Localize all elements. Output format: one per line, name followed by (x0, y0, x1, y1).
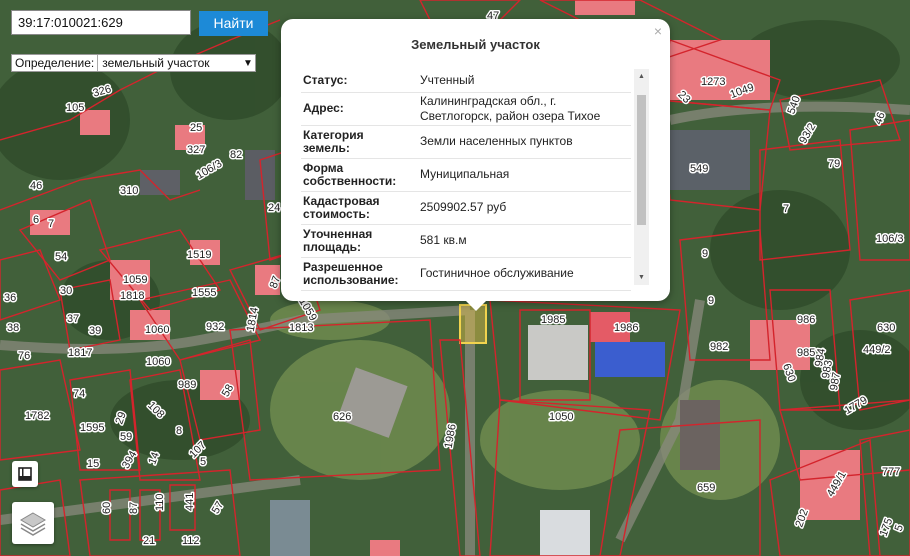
table-row: Статус: Учтенный (301, 69, 631, 93)
parcel-label: 87 (128, 502, 140, 514)
row-value: Муниципальная (418, 158, 631, 192)
popup-scrollbar[interactable]: ▲ ▼ (634, 69, 649, 285)
parcel-label: 7 (783, 203, 789, 215)
definition-control: Определение: земельный участок ▼ (11, 54, 256, 72)
parcel-label: 112 (182, 535, 200, 547)
parcel-label: 1519 (187, 249, 211, 261)
definition-selected-value: земельный участок (102, 56, 210, 70)
parcel-label: 37 (67, 313, 79, 325)
parcel-label: 74 (73, 388, 85, 400)
definition-label: Определение: (15, 56, 95, 70)
parcel-label: 8 (176, 425, 182, 437)
parcel-label: 932 (206, 321, 224, 333)
parcel-label: 777 (882, 466, 900, 478)
parcel-label: 21 (143, 535, 155, 547)
table-row: Уточненная площадь: 581 кв.м (301, 224, 631, 258)
parcel-label: 36 (4, 292, 16, 304)
parcel-label: 82 (230, 149, 242, 161)
parcel-label: 626 (333, 411, 351, 423)
parcel-label: 1060 (145, 324, 169, 336)
parcel-label: 1985 (541, 314, 565, 326)
parcel-label: 1986 (614, 322, 638, 334)
table-row: Адрес: Калининградская обл., г. Светлогор… (301, 92, 631, 126)
table-row: Кадастровая стоимость: 2509902.57 руб (301, 191, 631, 225)
row-value: Калининградская обл., г. Светлогорск, рай… (418, 92, 631, 126)
row-key: Адрес: (301, 92, 418, 126)
parcel-label: 105 (66, 102, 84, 114)
row-key: Разрешенное использование: (301, 257, 418, 291)
parcel-label: 106/3 (876, 233, 904, 245)
scroll-down-icon[interactable]: ▼ (634, 270, 649, 285)
scroll-thumb[interactable] (637, 95, 646, 225)
search-button[interactable]: Найти (199, 11, 268, 36)
parcel-label: 310 (120, 185, 138, 197)
parcel-label: 76 (18, 350, 30, 362)
parcel-label: 1050 (549, 411, 573, 423)
parcel-label: 549 (690, 163, 708, 175)
row-key: Категория земель: (301, 125, 418, 159)
parcel-label: 985 (797, 347, 815, 359)
parcel-label: 79 (828, 158, 840, 170)
popup-pointer (464, 299, 488, 311)
scroll-up-icon[interactable]: ▲ (634, 69, 649, 84)
parcel-label: 9 (702, 248, 708, 260)
popup-title: Земельный участок (411, 37, 540, 52)
parcel-label: 982 (710, 341, 728, 353)
parcel-label: 9 (708, 295, 714, 307)
parcel-label: 24 (268, 202, 280, 214)
table-row: Категория земель: Земли населенных пункто… (301, 125, 631, 159)
parcel-label: 6 (33, 214, 39, 226)
parcel-label: 54 (55, 251, 67, 263)
parcel-label: 46 (30, 180, 42, 192)
parcel-label: 59 (120, 431, 132, 443)
parcel-label: 1273 (701, 76, 725, 88)
parcel-label: 1555 (192, 287, 216, 299)
parcel-label: 441 (184, 493, 196, 511)
row-key: Кадастровая стоимость: (301, 191, 418, 225)
parcel-info-popup: × Земельный участок Статус: Учтенный Адр… (281, 19, 670, 301)
parcel-label: 449/2 (863, 344, 891, 356)
parcel-label: 630 (877, 322, 895, 334)
parcel-label: 25 (190, 122, 202, 134)
parcel-info-table: Статус: Учтенный Адрес: Калининградская … (301, 69, 631, 291)
layers-icon (20, 512, 46, 536)
row-value: Гостиничное обслуживание (418, 257, 631, 291)
parcel-label: 110 (154, 493, 166, 511)
row-key: Уточненная площадь: (301, 224, 418, 258)
parcel-label: 1060 (146, 356, 170, 368)
parcel-label: 1813 (289, 322, 313, 334)
parcel-label: 989 (178, 379, 196, 391)
parcel-label: 39 (89, 325, 101, 337)
row-key: Форма собственности: (301, 158, 418, 192)
definition-select[interactable]: земельный участок ▼ (97, 55, 255, 71)
parcel-label: 60 (101, 502, 113, 514)
parcel-label: 1595 (80, 422, 104, 434)
parcel-label: 1782 (25, 410, 49, 422)
row-value: 2509902.57 руб (418, 191, 631, 225)
row-value: Земли населенных пунктов (418, 125, 631, 159)
row-key: Статус: (301, 69, 418, 93)
legend-button[interactable] (12, 461, 38, 487)
parcel-label: 1817 (68, 347, 92, 359)
row-value: Учтенный (418, 69, 631, 93)
parcel-label: 327 (187, 144, 205, 156)
parcel-label: 15 (87, 458, 99, 470)
parcel-label: 1059 (123, 274, 147, 286)
parcel-label: 659 (697, 482, 715, 494)
chevron-down-icon: ▼ (243, 57, 253, 69)
cadastral-search-input[interactable]: 39:17:010021:629 (11, 10, 191, 35)
parcel-label: 5 (200, 456, 206, 468)
table-row: Форма собственности: Муниципальная (301, 158, 631, 192)
parcel-label: 986 (797, 314, 815, 326)
parcel-label: 30 (60, 285, 72, 297)
table-row: Разрешенное использование: Гостиничное об… (301, 257, 631, 291)
parcel-label: 1818 (120, 290, 144, 302)
row-value: 581 кв.м (418, 224, 631, 258)
legend-icon (18, 467, 32, 481)
parcel-label: 7 (48, 218, 54, 230)
layers-button[interactable] (12, 502, 54, 544)
parcel-label: 38 (7, 322, 19, 334)
